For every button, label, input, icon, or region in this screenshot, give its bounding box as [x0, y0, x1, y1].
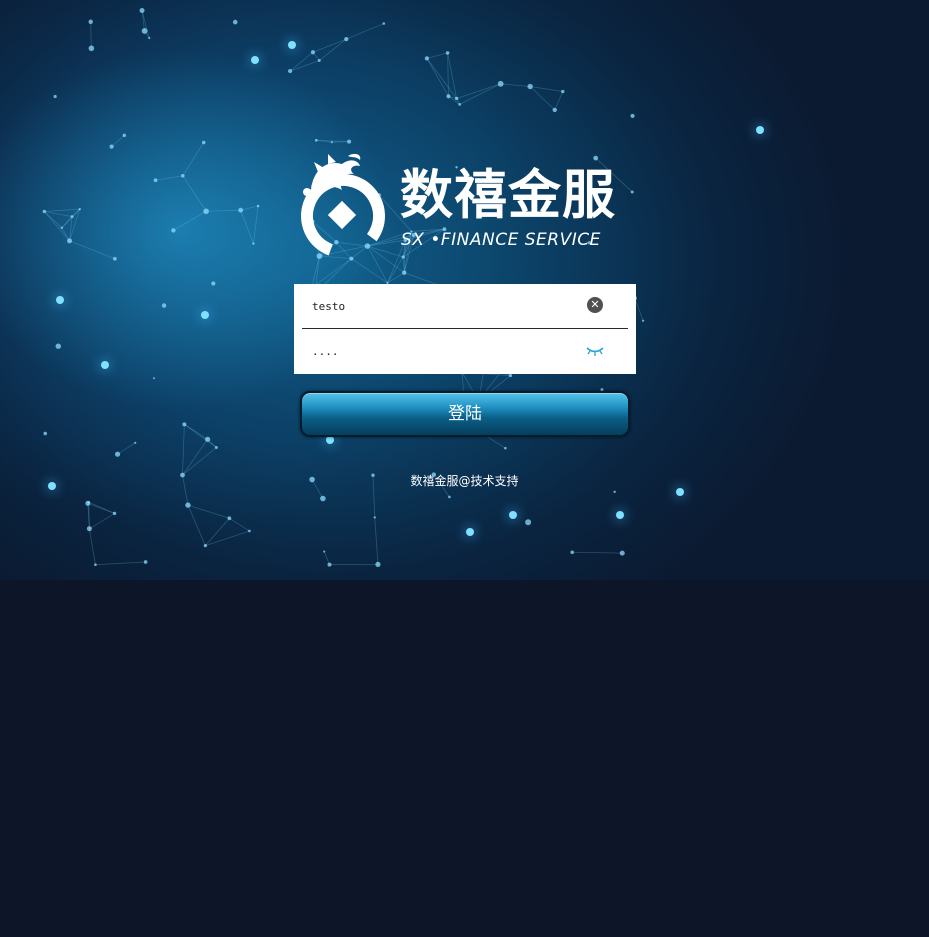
- eye-closed-icon[interactable]: [585, 344, 605, 358]
- login-button[interactable]: 登陆: [300, 391, 630, 437]
- password-input[interactable]: [312, 337, 562, 365]
- brand-logo: 数禧金服 SX •FINANCE SERVICE: [298, 150, 633, 265]
- hero-background: 数禧金服 SX •FINANCE SERVICE ✕ 登陆 数禧金服@技术支持: [0, 0, 929, 580]
- brand-name-cn: 数禧金服: [400, 165, 616, 226]
- footer-support-text: 数禧金服@技术支持: [410, 474, 519, 488]
- login-form: ✕: [294, 284, 636, 374]
- username-input[interactable]: [312, 292, 562, 320]
- dragon-logo-icon: [301, 153, 385, 258]
- password-row: [302, 329, 628, 373]
- brand-name-en: SX •FINANCE SERVICE: [401, 230, 601, 250]
- username-row: ✕: [302, 284, 628, 329]
- clear-input-icon[interactable]: ✕: [587, 297, 603, 313]
